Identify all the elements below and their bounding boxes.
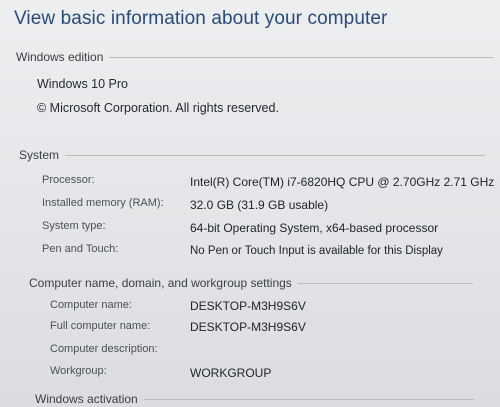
system-type-value: 64-bit Operating System, x64-based proce… bbox=[190, 221, 439, 235]
section-divider bbox=[143, 399, 474, 401]
installed-memory-value: 32.0 GB (31.9 GB usable) bbox=[190, 198, 329, 212]
system-heading-text: System bbox=[19, 148, 60, 162]
full-computer-name-value: DESKTOP-M3H9S6V bbox=[190, 320, 306, 334]
page-title: View basic information about your comput… bbox=[14, 8, 388, 29]
computer-name-heading: Computer name, domain, and workgroup set… bbox=[29, 276, 473, 290]
windows-activation-heading: Windows activation bbox=[35, 392, 474, 406]
computer-name-heading-text: Computer name, domain, and workgroup set… bbox=[29, 276, 292, 290]
windows-edition-value: Windows 10 Pro bbox=[37, 77, 129, 91]
processor-value: Intel(R) Core(TM) i7-6820HQ CPU @ 2.70GH… bbox=[190, 175, 495, 189]
section-divider bbox=[65, 155, 486, 157]
pen-touch-value: No Pen or Touch Input is available for t… bbox=[190, 245, 443, 257]
windows-activation-heading-text: Windows activation bbox=[35, 392, 138, 406]
system-properties-page: View basic information about your comput… bbox=[0, 0, 500, 407]
workgroup-value: WORKGROUP bbox=[190, 366, 272, 380]
section-divider bbox=[297, 283, 473, 285]
computer-description-label: Computer description: bbox=[50, 343, 158, 355]
system-heading: System bbox=[19, 148, 486, 162]
computer-name-value: DESKTOP-M3H9S6V bbox=[190, 299, 306, 313]
section-divider bbox=[109, 57, 495, 59]
copyright-text: © Microsoft Corporation. All rights rese… bbox=[37, 101, 279, 115]
installed-memory-label: Installed memory (RAM): bbox=[42, 197, 164, 209]
system-type-label: System type: bbox=[42, 220, 106, 232]
workgroup-label: Workgroup: bbox=[50, 365, 107, 377]
processor-label: Processor: bbox=[42, 174, 95, 186]
windows-edition-heading: Windows edition bbox=[16, 50, 495, 64]
computer-name-label: Computer name: bbox=[50, 299, 132, 311]
windows-edition-heading-text: Windows edition bbox=[16, 50, 104, 64]
full-computer-name-label: Full computer name: bbox=[50, 320, 151, 332]
pen-touch-label: Pen and Touch: bbox=[42, 243, 119, 255]
